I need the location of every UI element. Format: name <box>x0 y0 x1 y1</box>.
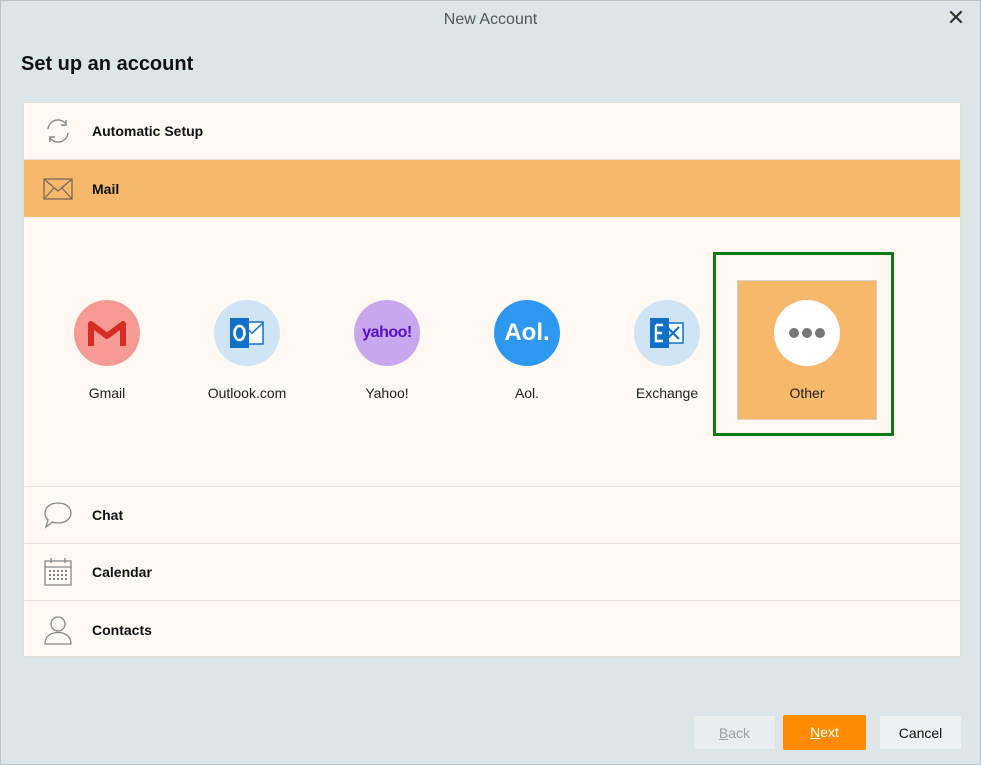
section-label: Calendar <box>92 564 152 580</box>
provider-other[interactable]: Other <box>737 217 877 487</box>
aol-logo-text: Aol. <box>504 319 550 346</box>
gmail-icon <box>74 300 140 366</box>
section-label: Contacts <box>92 621 152 638</box>
provider-label: Other <box>789 385 825 401</box>
speech-bubble-icon <box>24 487 92 544</box>
provider-label: Outlook.com <box>207 385 287 401</box>
back-button[interactable]: Back <box>693 715 776 750</box>
section-label: Chat <box>92 507 124 523</box>
yahoo-icon: yahoo! <box>354 300 420 366</box>
section-automatic-setup[interactable]: Automatic Setup <box>24 103 960 160</box>
provider-exchange[interactable]: Exchange <box>597 217 737 487</box>
calendar-icon <box>24 544 92 601</box>
window-title: New Account <box>443 11 538 28</box>
account-type-panel: Automatic Setup Mail Gmail Outlook.com y… <box>23 102 961 657</box>
provider-outlook[interactable]: Outlook.com <box>177 217 317 487</box>
back-mnemonic: B <box>718 725 729 741</box>
section-label: Mail <box>92 180 120 197</box>
provider-yahoo[interactable]: yahoo! Yahoo! <box>317 217 457 487</box>
more-dots-icon <box>774 300 840 366</box>
envelope-icon <box>24 160 92 217</box>
provider-aol[interactable]: Aol. Aol. <box>457 217 597 487</box>
back-label-rest: ack <box>728 725 751 741</box>
aol-icon: Aol. <box>494 300 560 366</box>
person-icon <box>24 601 92 658</box>
exchange-icon <box>634 300 700 366</box>
section-mail[interactable]: Mail <box>24 160 960 217</box>
provider-label: Exchange <box>635 385 699 401</box>
next-button[interactable]: Next <box>783 715 866 750</box>
provider-label: Gmail <box>88 385 126 401</box>
refresh-icon <box>24 103 92 160</box>
next-label-rest: ext <box>820 724 839 740</box>
page-title: Set up an account <box>21 53 194 75</box>
cancel-button[interactable]: Cancel <box>879 715 962 750</box>
close-icon[interactable]: ✕ <box>944 7 968 31</box>
section-label: Automatic Setup <box>92 123 204 139</box>
provider-label: Aol. <box>514 385 540 401</box>
section-calendar[interactable]: Calendar <box>24 544 960 601</box>
title-bar: New Account ✕ <box>1 1 980 41</box>
section-chat[interactable]: Chat <box>24 487 960 544</box>
new-account-dialog: New Account ✕ Set up an account Automati… <box>0 0 981 765</box>
section-contacts[interactable]: Contacts <box>24 601 960 658</box>
provider-label: Yahoo! <box>365 385 409 401</box>
provider-gmail[interactable]: Gmail <box>37 217 177 487</box>
outlook-icon <box>214 300 280 366</box>
yahoo-logo-text: yahoo! <box>362 324 412 341</box>
mail-provider-list: Gmail Outlook.com yahoo! Yahoo! Aol. Aol… <box>24 217 960 487</box>
next-mnemonic: N <box>810 724 821 740</box>
